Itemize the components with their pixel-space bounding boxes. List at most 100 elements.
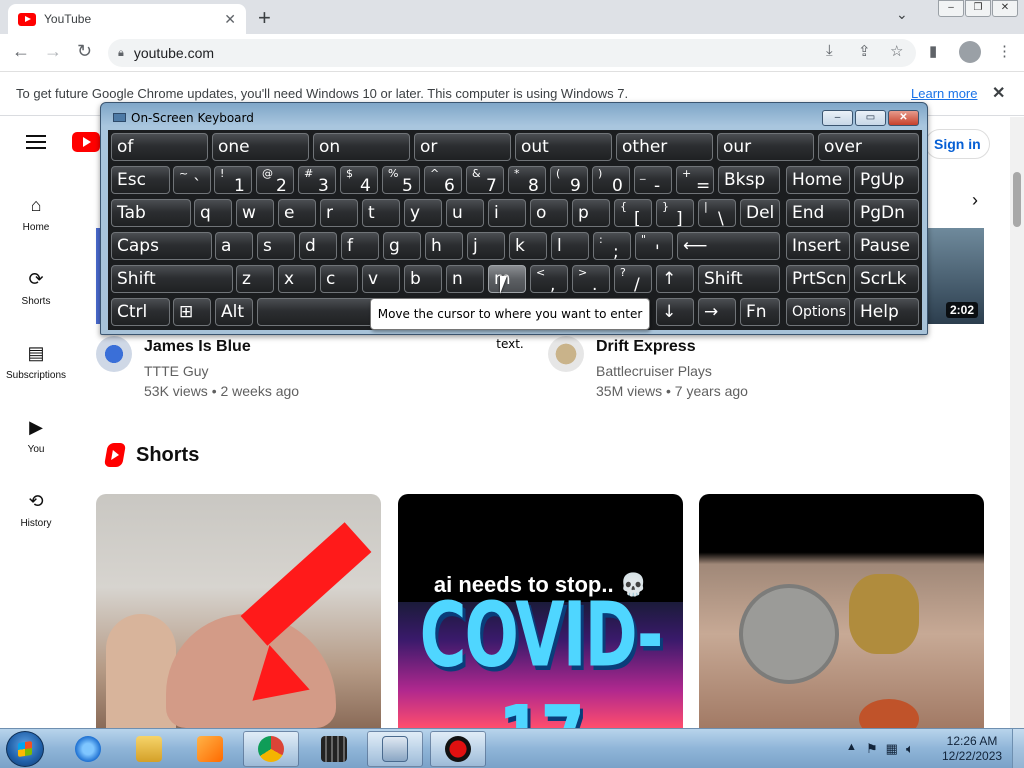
minimize-button[interactable]: – <box>938 0 964 17</box>
key-f[interactable]: f <box>341 232 379 260</box>
tab-youtube[interactable]: YouTube ✕ <box>8 4 246 34</box>
video-title[interactable]: James Is Blue <box>144 338 251 356</box>
short-thumbnail[interactable]: ai needs to stop.. 💀 COVID-17 <box>398 494 683 728</box>
key-w[interactable]: w <box>236 199 274 227</box>
osk-minimize-button[interactable]: – <box>822 110 853 126</box>
key-6[interactable]: ^ 6 <box>424 166 462 194</box>
key-a[interactable]: a <box>215 232 253 260</box>
restore-button[interactable]: ❐ <box>965 0 991 17</box>
start-button-icon[interactable] <box>6 731 44 767</box>
short-thumbnail[interactable] <box>699 494 984 728</box>
prediction-key[interactable]: over <box>818 133 919 161</box>
sidebar-item-home[interactable]: ⌂ Home <box>0 194 72 233</box>
video-title[interactable]: Drift Express <box>596 338 696 356</box>
key-shift-right[interactable]: Shift <box>698 265 780 293</box>
key-pause[interactable]: Pause <box>854 232 919 260</box>
key-7[interactable]: & 7 <box>466 166 504 194</box>
key-i[interactable]: i <box>488 199 526 227</box>
page-scrollbar[interactable] <box>1010 117 1024 728</box>
key-pgdn[interactable]: PgDn <box>854 199 919 227</box>
key-esc[interactable]: Esc <box>111 166 170 194</box>
key-v[interactable]: v <box>362 265 400 293</box>
key-d[interactable]: d <box>299 232 337 260</box>
key-q[interactable]: q <box>194 199 232 227</box>
osk-maximize-button[interactable]: ▭ <box>855 110 886 126</box>
key-minus[interactable]: _ - <box>634 166 672 194</box>
key-period[interactable]: >. <box>572 265 610 293</box>
key-ctrl[interactable]: Ctrl <box>111 298 170 326</box>
key-z[interactable]: z <box>236 265 274 293</box>
reload-icon[interactable]: ↻ <box>77 41 92 62</box>
key-comma[interactable]: <, <box>530 265 568 293</box>
prediction-key[interactable]: or <box>414 133 511 161</box>
forward-arrow-icon[interactable]: → <box>44 41 62 62</box>
menu-kebab-icon[interactable]: ⋮ <box>997 42 1012 60</box>
key-right-arrow[interactable]: → <box>698 298 736 326</box>
key-caps[interactable]: Caps <box>111 232 212 260</box>
close-window-button[interactable]: ✕ <box>992 0 1018 17</box>
key-5[interactable]: % 5 <box>382 166 420 194</box>
sidebar-item-subscriptions[interactable]: ▤ Subscriptions <box>0 342 72 381</box>
key-r[interactable]: r <box>320 199 358 227</box>
key-end[interactable]: End <box>786 199 850 227</box>
key-x[interactable]: x <box>278 265 316 293</box>
volume-icon[interactable]: 🔈︎ <box>906 741 914 757</box>
taskbar-media[interactable] <box>182 731 238 767</box>
key-j[interactable]: j <box>467 232 505 260</box>
taskbar-movie[interactable] <box>306 731 362 767</box>
action-center-icon[interactable]: ⚑ <box>866 741 878 757</box>
sign-in-button[interactable]: Sign in <box>925 129 990 159</box>
key-tab[interactable]: Tab <box>111 199 191 227</box>
taskbar-clock[interactable]: 12:26 AM 12/22/2023 <box>942 734 1002 764</box>
sidebar-item-you[interactable]: ▶ You <box>0 416 72 455</box>
network-icon[interactable]: ▦ <box>886 741 898 757</box>
key-options[interactable]: Options <box>786 298 850 326</box>
tab-close-icon[interactable]: ✕ <box>224 11 236 28</box>
tray-expand-icon[interactable]: ▲ <box>846 741 857 753</box>
prediction-key[interactable]: one <box>212 133 309 161</box>
key-prtscn[interactable]: PrtScn <box>786 265 850 293</box>
chevron-right-icon[interactable]: › <box>972 190 978 211</box>
key-left-bracket[interactable]: {[ <box>614 199 652 227</box>
key-slash[interactable]: ? / <box>614 265 652 293</box>
key-o[interactable]: o <box>530 199 568 227</box>
key-h[interactable]: h <box>425 232 463 260</box>
key-y[interactable]: y <box>404 199 442 227</box>
sidebar-item-shorts[interactable]: ⟳ Shorts <box>0 268 72 307</box>
install-app-icon[interactable]: ⤓ <box>826 42 833 59</box>
taskbar-chrome[interactable] <box>243 731 299 767</box>
prediction-key[interactable]: our <box>717 133 814 161</box>
bookmark-star-icon[interactable]: ☆ <box>890 42 903 60</box>
channel-name[interactable]: TTTE Guy <box>144 363 209 379</box>
key-e[interactable]: e <box>278 199 316 227</box>
taskbar-recorder[interactable] <box>430 731 486 767</box>
scrollbar-thumb[interactable] <box>1013 172 1021 227</box>
key-scrlk[interactable]: ScrLk <box>854 265 919 293</box>
learn-more-link[interactable]: Learn more <box>911 86 977 101</box>
key-l[interactable]: l <box>551 232 589 260</box>
key-n[interactable]: n <box>446 265 484 293</box>
prediction-key[interactable]: of <box>111 133 208 161</box>
youtube-logo-icon[interactable] <box>72 132 100 152</box>
key-backslash[interactable]: | \ <box>698 199 736 227</box>
key-g[interactable]: g <box>383 232 421 260</box>
taskbar-ie[interactable] <box>60 731 116 767</box>
tab-search-chevron-icon[interactable]: ⌄ <box>896 6 908 23</box>
key-tilde[interactable]: ~ ` <box>173 166 211 194</box>
key-p[interactable]: p <box>572 199 610 227</box>
lock-icon[interactable]: 🔒︎ <box>118 47 124 60</box>
key-fn[interactable]: Fn <box>740 298 780 326</box>
key-backspace[interactable]: Bksp <box>718 166 780 194</box>
osk-close-button[interactable]: ✕ <box>888 110 919 126</box>
key-down-arrow[interactable]: ↓ <box>656 298 694 326</box>
key-help[interactable]: Help <box>854 298 919 326</box>
key-alt[interactable]: Alt <box>215 298 253 326</box>
key-right-bracket[interactable]: }] <box>656 199 694 227</box>
key-b[interactable]: b <box>404 265 442 293</box>
key-u[interactable]: u <box>446 199 484 227</box>
key-equals[interactable]: + = <box>676 166 714 194</box>
key-c[interactable]: c <box>320 265 358 293</box>
side-panel-icon[interactable]: ▮ <box>929 42 937 60</box>
address-bar[interactable]: 🔒︎ youtube.com <box>108 39 916 67</box>
channel-avatar[interactable] <box>548 336 584 372</box>
